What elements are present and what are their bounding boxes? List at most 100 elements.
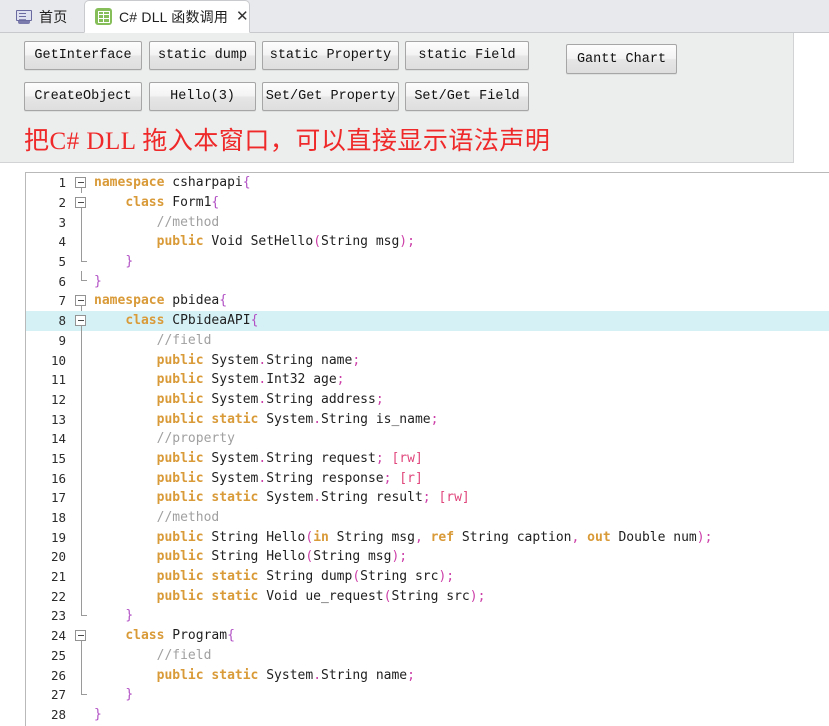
code-line[interactable]: 17 public static System.String result; [… [26,488,829,508]
line-number: 20 [50,549,66,565]
fold-guide-icon [72,468,94,488]
fold-guide-icon [72,507,94,528]
code-line[interactable]: 8 class CPbideaAPI{ [26,310,829,331]
tab-home[interactable]: 首页 [6,0,78,33]
line-number: 26 [50,667,66,683]
code-text: class CPbideaAPI{ [125,313,259,329]
gantt-chart-button[interactable]: Gantt Chart [566,44,677,74]
code-line[interactable]: 26 public static System.String name; [26,665,829,685]
fold-guide-icon [72,547,94,567]
drag-drop-hint-text: 把C# DLL 拖入本窗口，可以直接显示语法声明 [24,128,551,155]
code-line[interactable]: 13 public static System.String is_name; [26,409,829,429]
hello-3-button[interactable]: Hello(3) [149,82,256,111]
fold-guide-icon [72,389,94,410]
static-dump-button[interactable]: static dump [149,41,256,70]
fold-guide-icon [72,606,94,626]
code-text: public static System.String result; [rw] [156,490,470,506]
code-text: } [94,706,102,722]
fold-guide-icon [72,330,94,351]
fold-guide-icon [72,448,94,469]
line-number: 10 [50,352,66,368]
fold-collapse-icon[interactable] [72,193,94,213]
code-text: public System.Int32 age; [156,372,345,388]
fold-collapse-icon[interactable] [72,626,94,646]
code-line[interactable]: 23 } [26,606,829,626]
code-text: class Form1{ [125,195,220,211]
code-text: public Void SetHello(String msg); [156,234,415,250]
code-text: //property [156,431,235,447]
line-number: 18 [50,510,66,526]
fold-guide-icon [72,369,94,390]
close-icon[interactable]: ✕ [236,9,249,24]
code-text: //method [156,510,220,526]
code-line[interactable]: 1 namespace csharpapi{ [26,173,829,193]
fold-guide-icon [72,705,94,725]
code-line[interactable]: 28} [26,705,829,725]
code-text: public System.String address; [156,391,384,407]
set-get-property-button[interactable]: Set/Get Property [262,82,399,111]
get-interface-button[interactable]: GetInterface [24,41,142,70]
code-text: public String Hello(in String msg, ref S… [156,529,713,545]
toolbar-panel: GetInterface static dump static Property… [0,33,794,163]
code-line[interactable]: 7 namespace pbidea{ [26,291,829,312]
code-line[interactable]: 22 public static Void ue_request(String … [26,586,829,607]
code-line[interactable]: 2 class Form1{ [26,193,829,213]
static-property-button[interactable]: static Property [262,41,399,70]
line-number: 16 [50,470,66,486]
line-number: 8 [58,313,66,329]
code-text: public static String dump(String src); [156,569,455,585]
tab-csharp-dll[interactable]: C# DLL 函数调用 ✕ [84,0,250,33]
fold-guide-icon [72,488,94,508]
code-line[interactable]: 6} [26,271,829,291]
code-line[interactable]: 9 //field [26,330,829,351]
fold-collapse-icon[interactable] [72,311,94,331]
static-field-button[interactable]: static Field [405,41,529,70]
code-text: namespace pbidea{ [94,293,228,309]
tab-bar: 首页 C# DLL 函数调用 ✕ [0,0,829,33]
fold-guide-icon [72,409,94,429]
code-text: } [94,273,102,289]
code-line[interactable]: 27 } [26,684,829,705]
code-editor[interactable]: 1 namespace csharpapi{2 class Form1{3 //m… [25,172,829,726]
set-get-field-button[interactable]: Set/Get Field [405,82,529,111]
line-number: 21 [50,569,66,585]
fold-guide-icon [72,684,94,705]
code-line[interactable]: 25 //field [26,645,829,666]
code-line[interactable]: 5 } [26,251,829,272]
line-number: 19 [50,529,66,545]
line-number: 11 [50,372,66,388]
code-line[interactable]: 24 class Program{ [26,626,829,646]
code-line[interactable]: 3 //method [26,212,829,233]
line-number: 15 [50,450,66,466]
code-text: class Program{ [125,628,235,644]
line-number: 5 [58,254,66,270]
code-line[interactable]: 10 public System.String name; [26,350,829,370]
code-line[interactable]: 19 public String Hello(in String msg, re… [26,527,829,548]
code-text: public static System.String name; [156,667,415,683]
code-line[interactable]: 20 public String Hello(String msg); [26,547,829,567]
fold-guide-icon [72,428,94,449]
code-line[interactable]: 18 //method [26,507,829,528]
line-number: 9 [58,332,66,348]
line-number: 4 [58,234,66,250]
fold-guide-icon [72,527,94,548]
code-line[interactable]: 14 //property [26,428,829,449]
line-number: 22 [50,588,66,604]
code-text: } [125,687,134,703]
code-text: namespace csharpapi{ [94,175,251,191]
code-line[interactable]: 4 public Void SetHello(String msg); [26,232,829,252]
code-line[interactable]: 12 public System.String address; [26,389,829,410]
line-number: 27 [50,687,66,703]
fold-collapse-icon[interactable] [72,173,94,193]
code-line[interactable]: 16 public System.String response; [r] [26,468,829,488]
green-grid-icon [95,8,112,25]
code-line[interactable]: 21 public static String dump(String src)… [26,566,829,587]
line-number: 14 [50,431,66,447]
code-text: //method [156,214,220,230]
code-line[interactable]: 11 public System.Int32 age; [26,369,829,390]
tab-home-label: 首页 [39,8,68,25]
create-object-button[interactable]: CreateObject [24,82,142,111]
fold-collapse-icon[interactable] [72,291,94,312]
code-line[interactable]: 15 public System.String request; [rw] [26,448,829,469]
fold-guide-icon [72,665,94,685]
